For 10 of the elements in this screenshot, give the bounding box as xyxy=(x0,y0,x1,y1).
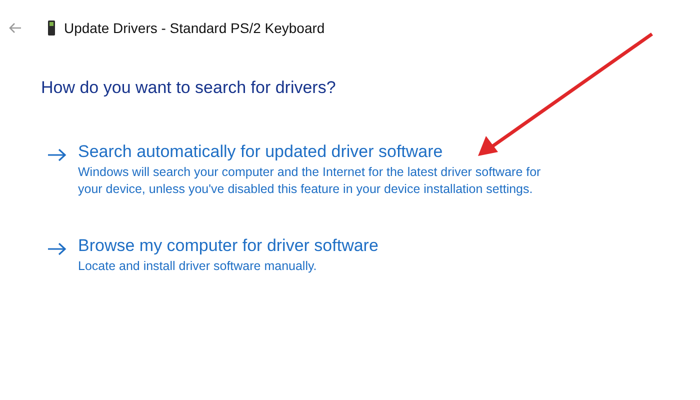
keyboard-device-icon xyxy=(47,20,56,36)
heading: How do you want to search for drivers? xyxy=(41,78,337,98)
arrow-icon xyxy=(47,148,67,162)
option-link[interactable]: Search automatically for updated driver software xyxy=(78,142,598,162)
option-description: Locate and install driver software manually. xyxy=(78,258,318,275)
option-description: Windows will search your computer and the Internet for the latest driver software for your device, unless you've disabled this feature in your device installation settings. xyxy=(78,164,542,198)
window-title: Update Drivers - Standard PS/2 Keyboard xyxy=(64,20,325,36)
back-icon[interactable] xyxy=(8,22,22,34)
option-link[interactable]: Browse my computer for driver software xyxy=(78,236,598,256)
arrow-icon xyxy=(47,242,67,256)
